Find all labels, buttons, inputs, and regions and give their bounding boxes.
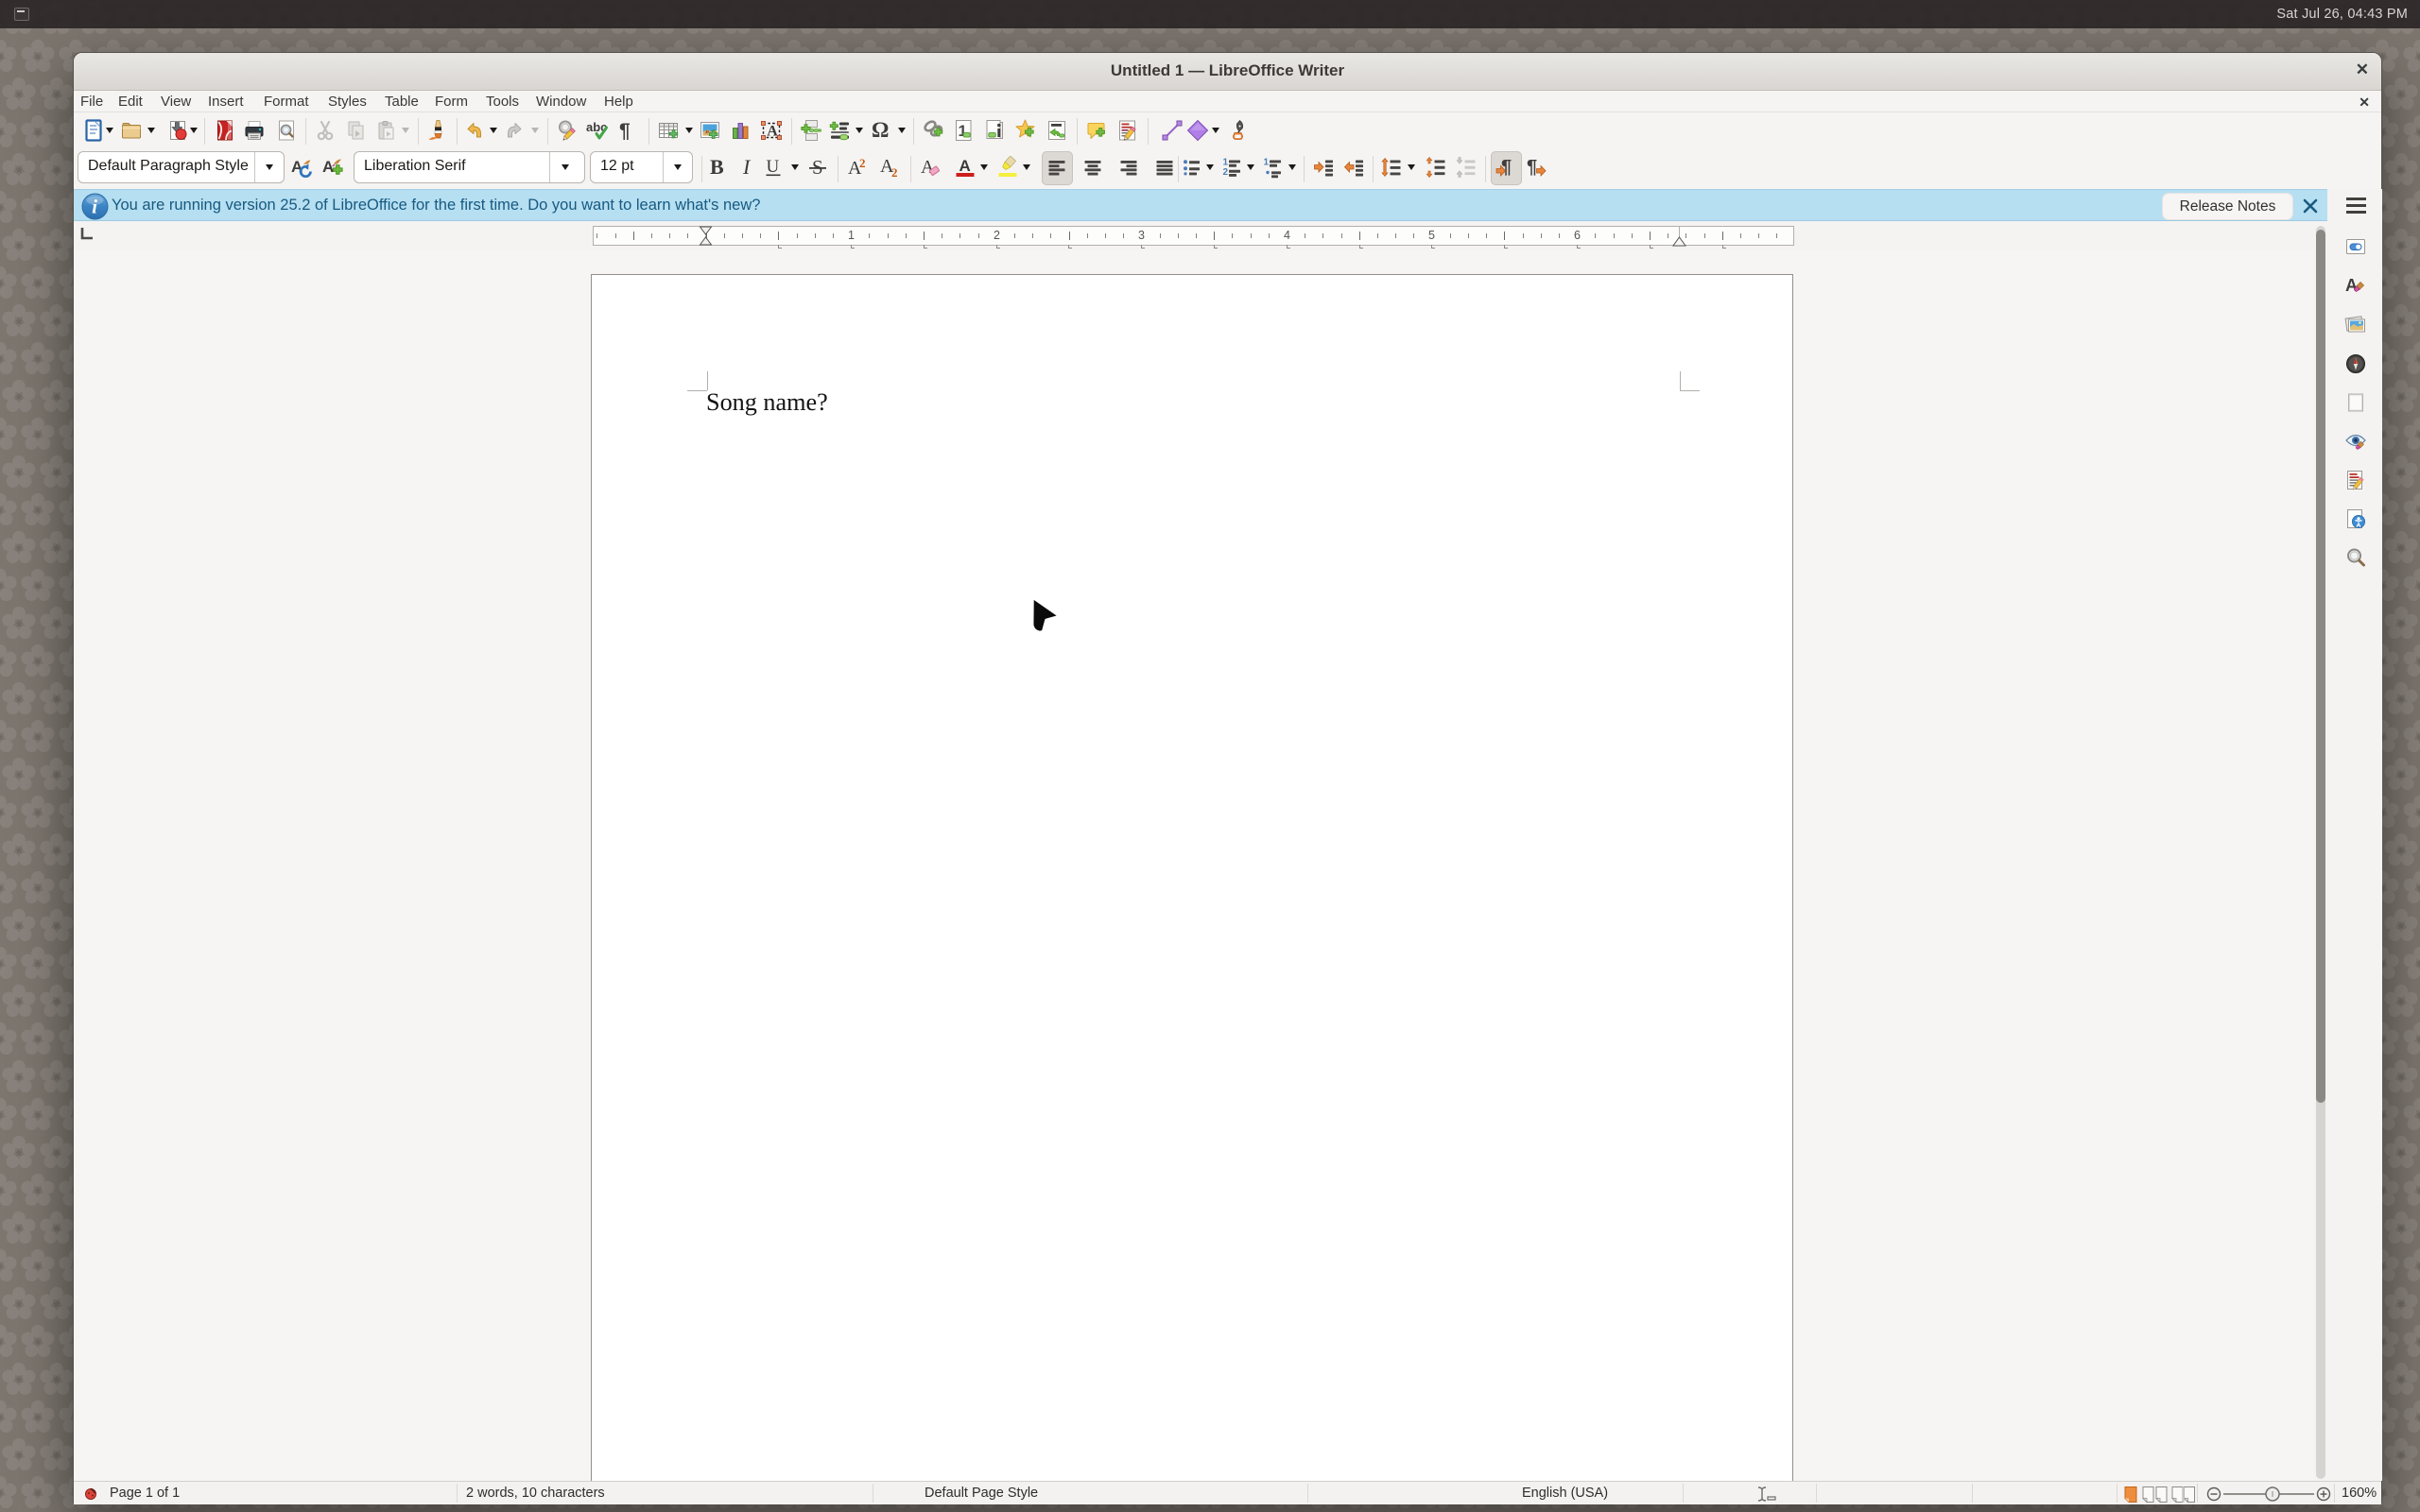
svg-text:A: A (322, 158, 334, 176)
svg-text:B: B (710, 156, 724, 179)
svg-text:A: A (959, 157, 971, 175)
svg-text:Ω: Ω (872, 119, 889, 142)
svg-text:U: U (767, 157, 780, 177)
svg-text:2: 2 (1223, 167, 1229, 178)
svg-text:¶: ¶ (619, 120, 631, 142)
svg-text:i: i (92, 196, 97, 218)
svg-text:2: 2 (891, 165, 898, 179)
svg-text:A: A (2345, 276, 2358, 295)
svg-text:A: A (767, 124, 778, 140)
svg-text:I: I (742, 156, 752, 179)
svg-text:¶: ¶ (1527, 157, 1537, 178)
svg-text:2: 2 (859, 156, 866, 170)
svg-text:¶: ¶ (1501, 157, 1512, 178)
svg-text:1: 1 (1223, 158, 1229, 168)
svg-text:1: 1 (1264, 158, 1270, 168)
